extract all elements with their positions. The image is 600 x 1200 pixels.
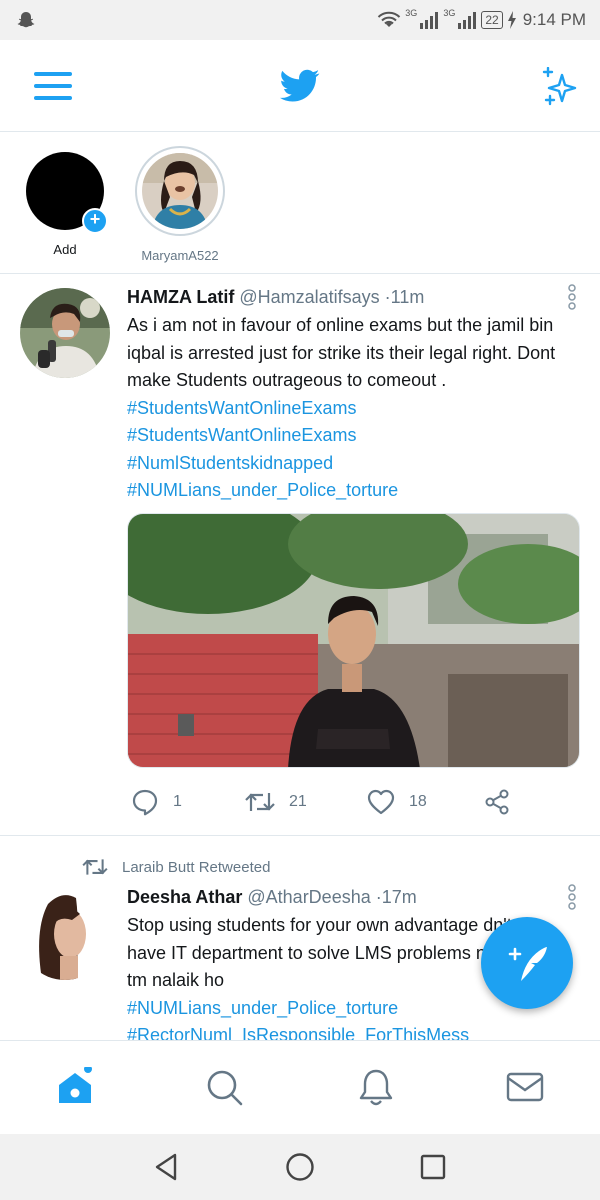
- notifications-bell-icon[interactable]: [356, 1067, 396, 1107]
- network-type-2: 3G: [443, 8, 456, 18]
- tweet-time: 11m: [390, 287, 425, 307]
- status-icons: 3G 3G 22 9:14 PM: [377, 8, 586, 32]
- network-type-1: 3G: [405, 8, 418, 18]
- search-icon[interactable]: [204, 1067, 244, 1107]
- fleets-row: + Add MaryamA522: [0, 132, 600, 274]
- battery-level: 22: [481, 11, 503, 29]
- fleet-label-maryam: MaryamA522: [141, 248, 219, 263]
- own-avatar[interactable]: +: [26, 152, 108, 234]
- fleet-label-add: Add: [53, 242, 77, 257]
- tweet-author-avatar[interactable]: [20, 288, 110, 378]
- retweet-button[interactable]: 21: [245, 786, 307, 818]
- messages-envelope-icon[interactable]: [505, 1067, 545, 1107]
- heart-icon: [367, 789, 395, 815]
- hashtag-link[interactable]: #NumlStudentskidnapped: [127, 450, 582, 478]
- author-name[interactable]: HAMZA Latif: [127, 287, 234, 307]
- clock: 9:14 PM: [522, 10, 586, 29]
- twitter-bird-icon: [280, 69, 320, 102]
- status-bar: 3G 3G 22 9:14 PM: [0, 0, 600, 40]
- retweet-icon: [82, 859, 108, 875]
- fleet-maryam[interactable]: MaryamA522: [130, 146, 230, 263]
- tweet-body: HAMZA Latif @Hamzalatifsays ·11m As i am…: [127, 286, 582, 505]
- fleet-add[interactable]: + Add: [15, 146, 115, 257]
- share-icon: [485, 789, 509, 815]
- top-app-bar: [0, 40, 600, 132]
- tweet-media-image[interactable]: [127, 513, 580, 768]
- retweet-count: 21: [289, 793, 307, 810]
- more-options-icon[interactable]: [566, 884, 578, 910]
- like-count: 18: [409, 793, 427, 810]
- tweet-header: HAMZA Latif @Hamzalatifsays ·11m: [127, 286, 582, 308]
- tweet-actions: 1 21 18: [127, 786, 527, 818]
- hamburger-menu-icon[interactable]: [34, 70, 72, 102]
- hashtag-link[interactable]: #StudentsWantOnlineExams: [127, 395, 582, 423]
- author-handle[interactable]: @Hamzalatifsays: [239, 287, 379, 307]
- share-button[interactable]: [483, 786, 511, 818]
- hashtag-link[interactable]: #NUMLians_under_Police_torture: [127, 477, 582, 505]
- signal-icon-1: [420, 12, 439, 29]
- add-fleet-plus-icon[interactable]: +: [82, 208, 108, 234]
- tweet-time: 17m: [381, 887, 417, 907]
- author-name[interactable]: Deesha Athar: [127, 887, 242, 907]
- wifi-icon: [378, 11, 401, 27]
- tweet-author-avatar[interactable]: [20, 890, 110, 980]
- tweet-header: Deesha Athar @AtharDeesha ·17m: [127, 886, 582, 908]
- home-icon[interactable]: [55, 1067, 95, 1107]
- fleet-avatar-photo[interactable]: [142, 153, 218, 229]
- reply-button[interactable]: 1: [131, 786, 182, 818]
- recents-square-icon[interactable]: [417, 1151, 449, 1183]
- retweeted-by-text[interactable]: Laraib Butt Retweeted: [122, 859, 270, 876]
- signal-icon-2: [458, 12, 477, 29]
- snapchat-ghost-icon: [17, 12, 35, 28]
- compose-feather-icon: [508, 947, 547, 981]
- hashtag-link[interactable]: #RectorNuml_IsResponsible_ForThisMess: [127, 1022, 582, 1040]
- charging-bolt-icon: [507, 11, 516, 29]
- reply-icon: [132, 789, 158, 816]
- author-handle[interactable]: @AtharDeesha: [247, 887, 370, 907]
- home-circle-icon[interactable]: [284, 1151, 316, 1183]
- compose-tweet-button[interactable]: [481, 917, 573, 1009]
- sparkle-icon[interactable]: [540, 67, 580, 107]
- fleet-ring[interactable]: [135, 146, 225, 236]
- retweet-icon: [245, 793, 275, 811]
- like-button[interactable]: 18: [367, 786, 427, 818]
- system-navigation-bar: [0, 1134, 600, 1200]
- reply-count: 1: [173, 793, 182, 810]
- hashtag-link[interactable]: #StudentsWantOnlineExams: [127, 422, 582, 450]
- retweeted-by-line: Laraib Butt Retweeted: [80, 856, 270, 878]
- bottom-navigation: [0, 1040, 600, 1134]
- tweet-text: As i am not in favour of online exams bu…: [127, 315, 556, 390]
- tweet[interactable]: HAMZA Latif @Hamzalatifsays ·11m As i am…: [0, 276, 600, 836]
- more-options-icon[interactable]: [566, 284, 578, 310]
- back-triangle-icon[interactable]: [151, 1151, 183, 1183]
